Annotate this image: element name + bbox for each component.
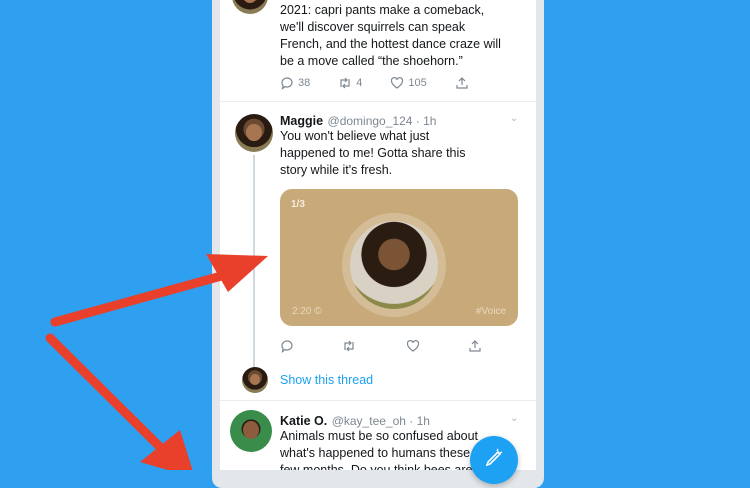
user-handle: @kay_tee_oh · 1h: [331, 414, 430, 428]
compose-icon: [485, 448, 503, 467]
tweet-katie[interactable]: Katie O. @kay_tee_oh · 1h ⌄ Animals must…: [220, 0, 536, 470]
user-name[interactable]: Katie O.: [280, 414, 327, 428]
avatar[interactable]: [230, 410, 272, 452]
chevron-down-icon[interactable]: ⌄: [510, 413, 518, 424]
compose-tweet-button[interactable]: [470, 436, 518, 484]
timeline-screen[interactable]: 2021: capri pants make a comeback, we'll…: [220, 0, 536, 470]
annotation-arrow-lower: [45, 333, 193, 470]
